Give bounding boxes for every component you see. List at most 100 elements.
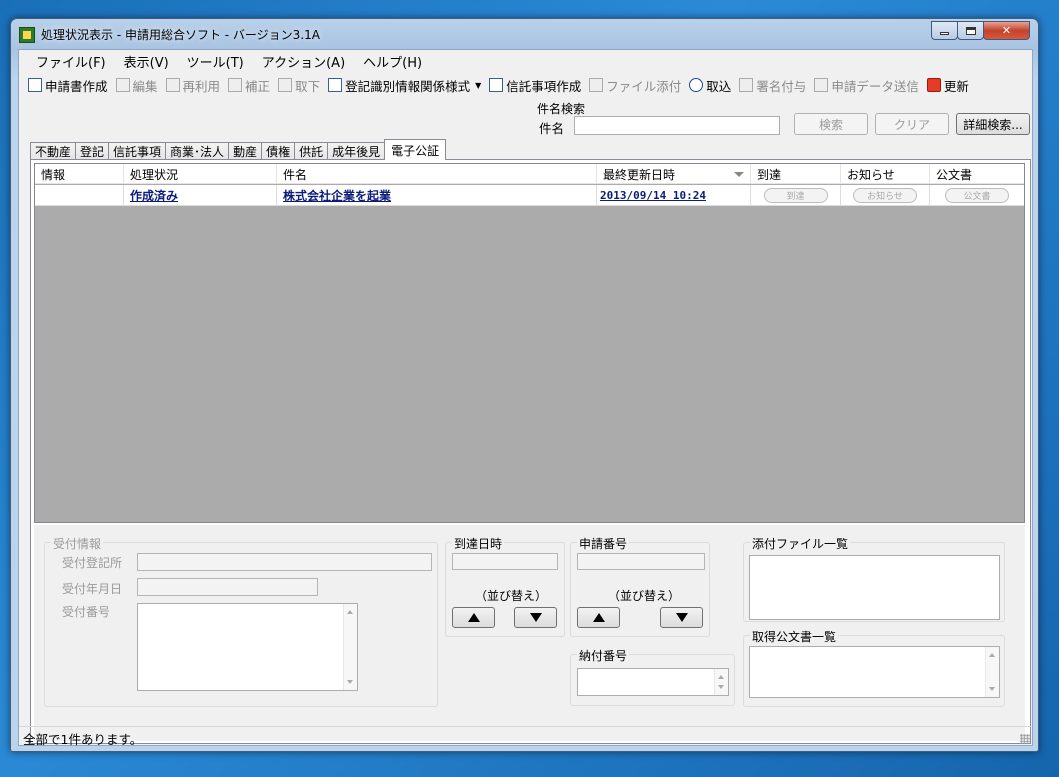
menu-file[interactable]: ファイル(F) [27,50,115,73]
refresh-button[interactable]: 更新 [924,76,974,95]
receipt-scrollbar[interactable] [343,604,357,690]
edit-button[interactable]: 編集 [113,76,163,95]
detail-area: 受付情報 受付登記所 受付年月日 受付番号 到達日時 （並び替え） 申請番号 （… [34,525,1025,741]
receipt-info-legend: 受付情報 [51,535,104,552]
subject-search-input[interactable] [574,116,780,135]
menu-help[interactable]: ヘルプ(H) [354,50,431,73]
tab-real-estate[interactable]: 不動産 [30,142,77,160]
application-number-group: 申請番号 （並び替え） [570,535,710,637]
close-button[interactable]: ✕ [983,21,1030,40]
menu-tools[interactable]: ツール(T) [178,50,253,73]
arrival-datetime-field [452,553,558,570]
col-arrival[interactable]: 到達 [751,164,841,184]
tab-trust[interactable]: 信託事項 [108,142,167,160]
col-info[interactable]: 情報 [35,164,124,184]
tab-notarization[interactable]: 電子公証 [384,139,447,160]
acquired-docs-list[interactable] [749,646,1000,698]
triangle-down-icon [675,613,688,622]
cell-info [35,185,124,206]
arrival-sort-label: （並び替え） [475,589,548,603]
appnum-sort-label: （並び替え） [608,589,681,603]
status-bar: 全部で1件あります。 [19,726,1032,747]
toolbar: 申請書作成 編集 再利用 補正 取下 登記識別情報関係様式 ▼ 信託事項作成 ファ… [19,74,1032,96]
title-bar[interactable]: 処理状況表示 - 申請用総合ソフト - バージョン3.1A ✕ [11,19,1038,49]
payment-number-field[interactable] [577,668,729,696]
maximize-button[interactable] [957,21,984,40]
receipt-number-field[interactable] [137,603,358,691]
create-label: 申請書作成 [45,78,108,94]
menu-view[interactable]: 表示(V) [115,50,178,73]
receipt-number-label: 受付番号 [62,605,111,619]
tab-guardianship[interactable]: 成年後見 [327,142,386,160]
reuse-button[interactable]: 再利用 [163,76,226,95]
clear-button[interactable]: クリア [875,113,949,135]
amend-button[interactable]: 補正 [225,76,275,95]
withdraw-icon [278,78,293,92]
send-data-button[interactable]: 申請データ送信 [811,76,924,95]
arrival-button[interactable]: 到達 [763,187,828,203]
edit-icon [115,78,130,92]
arrival-sort-up-button[interactable] [452,607,495,628]
acquired-docs-scrollbar[interactable] [985,647,999,697]
reuse-icon [165,78,180,92]
appnum-sort-up-button[interactable] [577,607,620,628]
minimize-button[interactable] [931,21,958,40]
withdraw-button[interactable]: 取下 [275,76,325,95]
import-button[interactable]: 取込 [686,76,736,95]
detail-search-button[interactable]: 詳細検索... [956,113,1030,135]
col-status[interactable]: 処理状況 [124,164,277,184]
appnum-sort-down-button[interactable] [660,607,703,628]
attach-icon [589,78,604,92]
tab-commercial[interactable]: 商業･法人 [165,142,230,160]
trust-icon [489,78,504,92]
status-link[interactable]: 作成済み [124,187,178,204]
triangle-up-icon [467,613,480,622]
create-application-button[interactable]: 申請書作成 [25,76,113,95]
refresh-icon [926,78,941,92]
registration-form-button[interactable]: 登記識別情報関係様式 ▼ [325,76,486,95]
acquired-docs-legend: 取得公文書一覧 [750,628,839,645]
subject-search-group: 件名検索 件名 検索 クリア 詳細検索... [531,102,1031,148]
edit-label: 編集 [132,78,158,94]
col-subject[interactable]: 件名 [277,164,597,184]
attachments-legend: 添付ファイル一覧 [750,535,851,552]
document-button[interactable]: 公文書 [945,187,1009,203]
tab-strip: 不動産 登記 信託事項 商業･法人 動産 債権 供託 成年後見 電子公証 [30,139,447,160]
scroll-down-icon [718,685,724,689]
receipt-office-field [137,553,432,571]
col-updated[interactable]: 最終更新日時 [597,164,751,184]
tab-registration[interactable]: 登記 [75,142,110,160]
receipt-date-field [137,578,318,596]
application-number-field [577,553,705,570]
results-grid[interactable]: 情報 処理状況 件名 最終更新日時 到達 お知らせ 公文書 作成済み 株式会社企… [34,163,1025,523]
sign-button[interactable]: 署名付与 [736,76,811,95]
cell-status: 作成済み [124,185,277,206]
trust-create-button[interactable]: 信託事項作成 [486,76,586,95]
updated-link[interactable]: 2013/09/14 10:24 [597,189,706,202]
payment-number-legend: 納付番号 [577,647,630,664]
col-notice[interactable]: お知らせ [841,164,930,184]
attach-file-button[interactable]: ファイル添付 [586,76,686,95]
reuse-label: 再利用 [182,78,221,94]
col-document[interactable]: 公文書 [930,164,1024,184]
attachments-group: 添付ファイル一覧 [743,535,1005,622]
tab-movables[interactable]: 動産 [228,142,263,160]
subject-link[interactable]: 株式会社企業を起業 [277,187,391,204]
scroll-up-icon [718,675,724,679]
table-row[interactable]: 作成済み 株式会社企業を起業 2013/09/14 10:24 到達 お知らせ … [35,185,1024,206]
menu-action[interactable]: アクション(A) [253,50,354,73]
grid-header: 情報 処理状況 件名 最終更新日時 到達 お知らせ 公文書 [35,164,1024,184]
tab-deposit[interactable]: 供託 [294,142,329,160]
notice-button[interactable]: お知らせ [853,187,917,203]
payment-scrollbar[interactable] [714,669,728,695]
resize-grip-icon[interactable] [1020,734,1030,744]
search-button[interactable]: 検索 [794,113,868,135]
payment-number-group: 納付番号 [570,647,735,706]
attach-label: ファイル添付 [606,78,682,94]
attachments-list[interactable] [749,555,1000,620]
arrival-sort-down-button[interactable] [514,607,557,628]
client-area: ファイル(F) 表示(V) ツール(T) アクション(A) ヘルプ(H) 申請書… [18,49,1033,747]
withdraw-label: 取下 [295,78,321,94]
refresh-label: 更新 [943,78,969,94]
tab-claims[interactable]: 債権 [261,142,296,160]
